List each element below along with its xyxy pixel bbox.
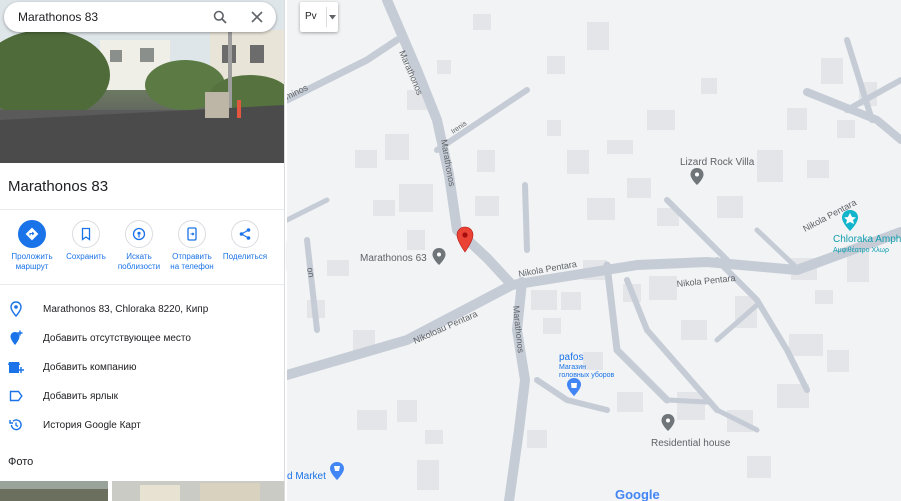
add-business-row[interactable]: Добавить компанию [0, 355, 284, 379]
street-label-dromos-fragment: minos [287, 82, 310, 102]
nearby-label: Искать поблизости [117, 252, 161, 271]
poi-label-chloraka-amph: Chloraka Amph [833, 234, 901, 245]
poi-label-marathonos-63: Marathonos 63 [360, 253, 427, 264]
add-business-text: Добавить компанию [43, 361, 137, 373]
photo-strip[interactable] [0, 481, 284, 501]
buildings [307, 14, 877, 490]
directions-icon [18, 220, 46, 248]
add-missing-place-text: Добавить отсутствующее место [43, 332, 191, 344]
address-text: Marathonos 83, Chloraka 8220, Кипр [43, 303, 209, 315]
divider [0, 209, 284, 210]
add-label-text: Добавить ярлык [43, 390, 119, 402]
directions-label: Проложить маршрут [11, 252, 53, 271]
poi-market[interactable]: d Market [287, 462, 344, 482]
bookmark-icon [72, 220, 100, 248]
place-title: Marathonos 83 [8, 178, 109, 195]
address-row[interactable]: Marathonos 83, Chloraka 8220, Кипр [0, 297, 284, 321]
poi-label-residential-house: Residential house [651, 438, 731, 449]
street-label-nikola-pentara-2: Nikola Pentara [676, 273, 736, 289]
add-business-icon [8, 359, 24, 375]
send-to-phone-icon [178, 220, 206, 248]
poi-lizard-rock-villa[interactable]: Lizard Rock Villa [680, 157, 755, 185]
maps-history-row[interactable]: История Google Карт [0, 413, 284, 437]
directions-button[interactable]: Проложить маршрут [4, 220, 60, 272]
label-icon [8, 388, 24, 404]
photos-section-title: Фото [8, 456, 34, 468]
location-pin-icon [8, 301, 24, 317]
share-icon [231, 220, 259, 248]
poi-marathonos-63[interactable]: Marathonos 63 [360, 248, 446, 265]
add-place-icon [8, 330, 24, 346]
poi-label-market: d Market [287, 471, 326, 482]
search-icon[interactable] [211, 8, 229, 26]
poi-label-pafos-sub1: Магазин [559, 364, 586, 371]
send-to-phone-button[interactable]: Отправить на телефон [164, 220, 220, 272]
history-icon [8, 417, 24, 433]
poi-label-lizard-rock-villa: Lizard Rock Villa [680, 157, 755, 168]
poi-label-pafos: pafos [559, 352, 583, 363]
poi-label-chloraka-amph-greek: Αμφιθέατρο Χλωρ [833, 246, 889, 254]
nearby-icon [125, 220, 153, 248]
share-label: Поделиться [222, 252, 268, 261]
google-logo: Google [615, 487, 660, 501]
map-canvas[interactable]: Marathonos Marathonos Marathonos Nikola … [287, 0, 901, 501]
map-layer-label: Pv [305, 11, 317, 22]
search-box[interactable] [4, 2, 276, 32]
add-missing-place-row[interactable]: Добавить отсутствующее место [0, 326, 284, 350]
poi-label-pafos-sub2: головных уборов [559, 371, 615, 379]
send-to-phone-label: Отправить на телефон [170, 252, 214, 271]
share-button[interactable]: Поделиться [217, 220, 273, 262]
add-label-row[interactable]: Добавить ярлык [0, 384, 284, 408]
maps-history-text: История Google Карт [43, 419, 141, 431]
street-label-edge-fragment: on [305, 267, 317, 279]
chevron-down-icon [326, 7, 338, 27]
search-nearby-button[interactable]: Искать поблизости [111, 220, 167, 272]
divider [0, 284, 284, 285]
search-input[interactable] [18, 10, 198, 24]
save-label: Сохранить [66, 252, 106, 261]
close-icon[interactable] [248, 8, 266, 26]
save-button[interactable]: Сохранить [58, 220, 114, 262]
map-layer-select[interactable]: Pv [300, 2, 338, 32]
place-panel: Marathonos 83 Проложить маршрут Сохранит… [0, 0, 285, 501]
